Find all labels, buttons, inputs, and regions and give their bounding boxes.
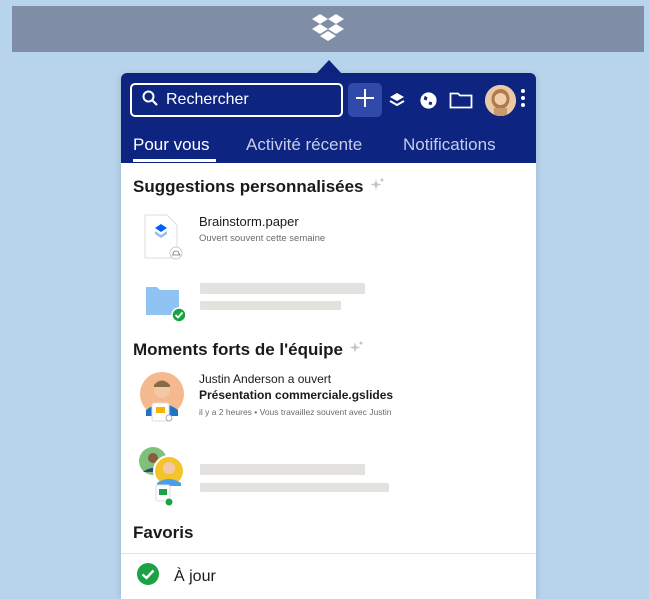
search-icon	[142, 90, 158, 111]
more-menu-icon[interactable]	[520, 89, 526, 111]
user-avatar	[138, 372, 188, 429]
list-item[interactable]	[135, 283, 525, 327]
loading-placeholder-line	[200, 301, 341, 310]
folder-icon[interactable]	[448, 89, 474, 111]
menu-bar	[12, 6, 644, 52]
tab-activite-recente[interactable]: Activité récente	[246, 135, 362, 155]
tab-bar: Pour vous Activité récente Notifications	[121, 131, 536, 163]
paper-doc-icon	[143, 214, 183, 265]
dropbox-panel: Rechercher Pour vous Activité récente No…	[121, 73, 536, 599]
favorites-heading: Favoris	[133, 523, 193, 543]
user-avatars-icon	[136, 445, 186, 514]
popover-caret	[316, 60, 342, 74]
loading-placeholder-line	[200, 283, 365, 294]
dropbox-logo-icon[interactable]	[311, 12, 345, 47]
activity-actor: Justin Anderson a ouvert	[199, 372, 332, 386]
search-input[interactable]: Rechercher	[130, 83, 343, 117]
file-name: Brainstorm.paper	[199, 214, 299, 229]
folder-icon	[145, 283, 187, 330]
layers-icon[interactable]	[386, 89, 408, 111]
sync-status-bar: À jour	[121, 553, 536, 599]
tab-pour-vous[interactable]: Pour vous	[133, 135, 210, 155]
sparkle-icon	[349, 340, 363, 360]
user-avatar[interactable]	[485, 85, 516, 116]
suggestions-title: Suggestions personnalisées	[133, 177, 364, 196]
activity-meta: il y a 2 heures • Vous travaillez souven…	[199, 407, 392, 417]
create-button[interactable]	[348, 83, 382, 117]
active-tab-indicator	[133, 159, 216, 162]
plus-icon	[355, 88, 375, 113]
check-icon	[136, 562, 160, 591]
activity-item[interactable]: Justin Anderson a ouvert Présentation co…	[135, 372, 525, 428]
team-title: Moments forts de l'équipe	[133, 340, 343, 359]
globe-icon[interactable]	[417, 89, 439, 111]
favorites-title: Favoris	[133, 523, 194, 542]
loading-placeholder-line	[200, 464, 365, 475]
list-item[interactable]: Brainstorm.paper Ouvert souvent cette se…	[135, 214, 525, 262]
sparkle-icon	[370, 177, 384, 197]
search-placeholder: Rechercher	[166, 91, 249, 108]
tab-notifications[interactable]: Notifications	[403, 135, 496, 155]
sync-status-label: À jour	[174, 567, 216, 585]
file-subtitle: Ouvert souvent cette semaine	[199, 233, 326, 244]
suggestions-heading: Suggestions personnalisées	[133, 177, 384, 197]
loading-placeholder-line	[200, 483, 389, 492]
activity-item[interactable]	[135, 445, 525, 507]
activity-file-name: Présentation commerciale.gslides	[199, 388, 394, 402]
team-heading: Moments forts de l'équipe	[133, 340, 363, 360]
panel-header: Rechercher Pour vous Activité récente No…	[121, 73, 536, 163]
